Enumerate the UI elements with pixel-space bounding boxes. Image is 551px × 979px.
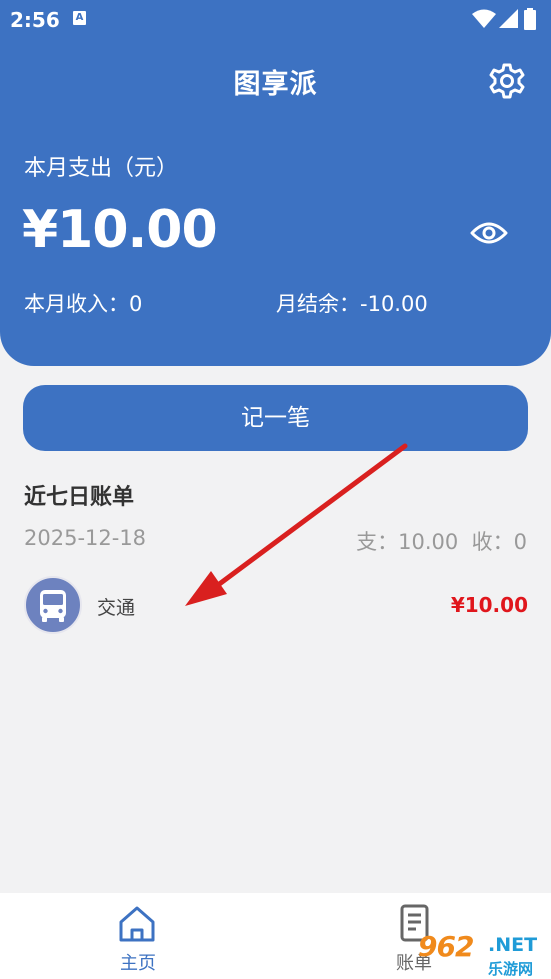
group-expense-label: 支： [356, 530, 399, 554]
signal-icon [499, 9, 518, 28]
group-income-value: 0 [513, 530, 527, 554]
recent-bills-title: 近七日账单 [24, 485, 135, 510]
group-income-label: 收： [471, 530, 514, 554]
settings-gear-icon[interactable] [488, 62, 526, 100]
monthly-balance: 月结余：-10.00 [276, 288, 428, 318]
wifi-icon [472, 9, 496, 28]
monthly-expense-label: 本月支出（元） [24, 156, 179, 181]
battery-icon [524, 8, 536, 30]
monthly-expense-amount: ¥10.00 [22, 200, 218, 260]
monthly-income: 本月收入：0 [24, 288, 142, 318]
monthly-balance-label: 月结余： [276, 292, 360, 316]
record-entry-button[interactable]: 记一笔 [23, 385, 528, 451]
home-icon [119, 906, 155, 942]
app-title: 图享派 [233, 69, 318, 100]
monthly-income-value: 0 [129, 292, 143, 316]
watermark-subtitle: 乐游网 [488, 960, 534, 978]
nav-item-home[interactable]: 主页 [98, 893, 178, 979]
status-time: 2:56 [10, 8, 60, 32]
bill-list-item[interactable]: 交通 ¥10.00 [24, 575, 528, 635]
group-expense-value: 10.00 [398, 530, 459, 554]
bill-group-summary: 支：10.00 收：0 [356, 526, 527, 556]
watermark-logo: 962 [418, 930, 474, 963]
bus-icon [24, 576, 82, 634]
bill-amount: ¥10.00 [450, 593, 528, 617]
monthly-balance-value: -10.00 [360, 292, 428, 316]
bill-group-date: 2025-12-18 [24, 526, 147, 550]
monthly-income-label: 本月收入： [24, 292, 129, 316]
notification-badge-icon: A [73, 11, 86, 25]
site-watermark: 962 .NET 乐游网 [412, 928, 551, 979]
bill-category-name: 交通 [97, 597, 136, 619]
nav-home-label: 主页 [120, 953, 156, 974]
summary-header: 2:56 A 图享派 本月支出（元） ¥10.00 本月收入：0 月结余：-10… [0, 0, 551, 366]
status-bar: 2:56 A [0, 0, 551, 40]
watermark-net: .NET [488, 934, 538, 956]
eye-visibility-icon[interactable] [470, 218, 508, 248]
